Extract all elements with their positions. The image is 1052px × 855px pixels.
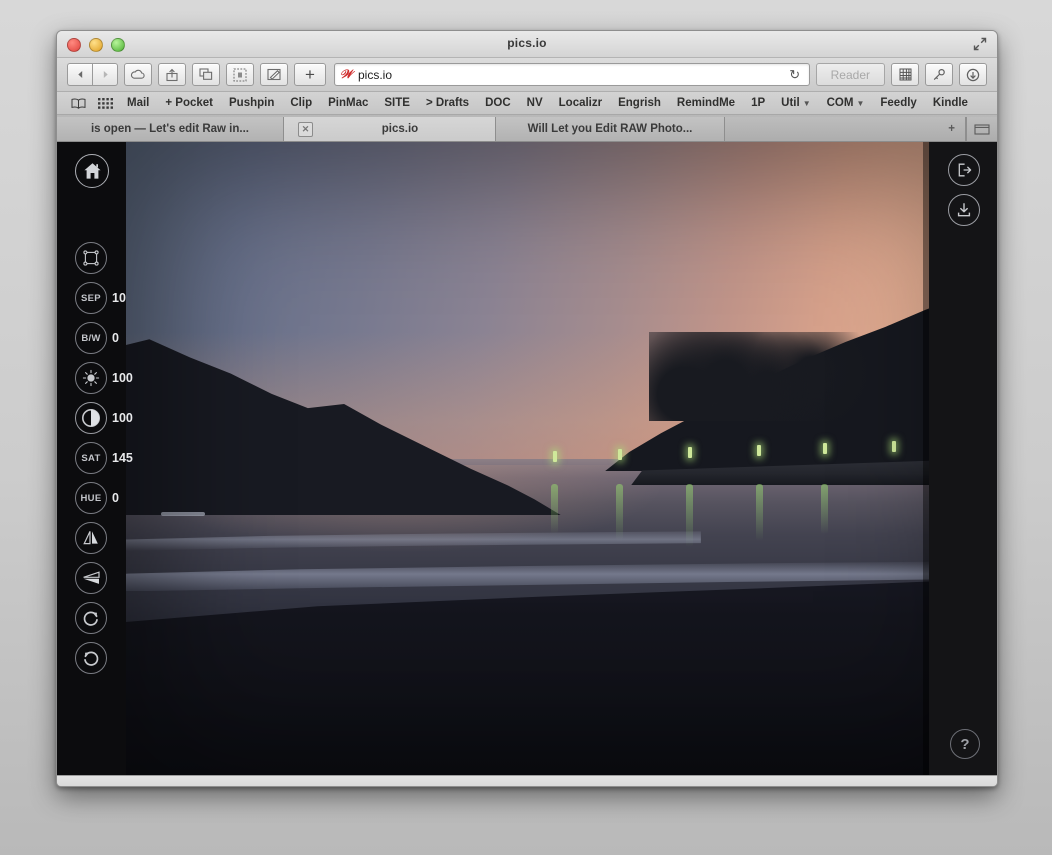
- status-bar: [57, 775, 997, 787]
- export-button[interactable]: [948, 154, 980, 186]
- tool-contrast[interactable]: 100: [75, 402, 133, 434]
- new-tab-button[interactable]: +: [294, 63, 326, 86]
- tool-brightness[interactable]: 100: [75, 362, 133, 394]
- tool-rotate-left[interactable]: [75, 642, 107, 674]
- tool-rotate-right[interactable]: [75, 602, 107, 634]
- bookmark-nv[interactable]: NV: [519, 97, 551, 109]
- home-button[interactable]: [75, 154, 109, 188]
- tool-black-and-white[interactable]: B/W 0: [75, 322, 119, 354]
- photo-lamp-reflection: [756, 484, 763, 541]
- bookmark-clip[interactable]: Clip: [282, 97, 320, 109]
- photo-lamp: [688, 447, 692, 458]
- help-label: ?: [960, 736, 969, 753]
- fullscreen-icon[interactable]: [973, 37, 987, 51]
- tab-label: is open — Let's edit Raw in...: [91, 123, 249, 135]
- forward-button[interactable]: [92, 63, 118, 86]
- downloads-icon[interactable]: [959, 63, 987, 86]
- tab-picsio[interactable]: ✕ pics.io: [284, 117, 496, 141]
- tool-value-saturation: 145: [112, 451, 133, 465]
- compose-icon[interactable]: [260, 63, 288, 86]
- top-sites-icon[interactable]: [92, 98, 119, 109]
- photo-canvas[interactable]: [126, 142, 997, 775]
- tool-saturation[interactable]: SAT 145: [75, 442, 133, 474]
- bookmark-drafts[interactable]: > Drafts: [418, 97, 477, 109]
- evernote-clip-icon[interactable]: [226, 63, 254, 86]
- address-bar-value: pics.io: [358, 68, 392, 82]
- reader-button[interactable]: Reader: [816, 63, 885, 86]
- show-all-tabs-icon[interactable]: [966, 117, 997, 141]
- new-tab-strip-button[interactable]: +: [725, 117, 966, 141]
- show-all-sites-icon[interactable]: [891, 63, 919, 86]
- tab-label: pics.io: [313, 123, 487, 135]
- bookmark-kindle[interactable]: Kindle: [925, 97, 976, 109]
- photo-lamp: [823, 443, 827, 454]
- tool-value-brightness: 100: [112, 371, 133, 385]
- tool-value-bw: 0: [112, 331, 119, 345]
- bookmark-engrish[interactable]: Engrish: [610, 97, 669, 109]
- tool-hue[interactable]: HUE 0: [75, 482, 119, 514]
- download-button[interactable]: [948, 194, 980, 226]
- tab-lets-edit-raw[interactable]: is open — Let's edit Raw in...: [57, 117, 284, 141]
- tab-bar: is open — Let's edit Raw in... ✕ pics.io…: [57, 115, 997, 142]
- photo-trees: [649, 332, 945, 421]
- photo-lamp: [553, 451, 557, 462]
- tool-crop[interactable]: [75, 242, 107, 274]
- back-button[interactable]: [67, 63, 92, 86]
- photo-lamp: [618, 449, 622, 460]
- tool-value-contrast: 100: [112, 411, 133, 425]
- bookmark-pocket[interactable]: + Pocket: [157, 97, 221, 109]
- photo-lamp-reflection: [821, 484, 828, 535]
- bookmarks-bar: Mail + Pocket Pushpin Clip PinMac SITE >…: [57, 92, 997, 115]
- tool-flip-vertical[interactable]: [75, 562, 107, 594]
- photo-lamp: [757, 445, 761, 456]
- tool-label: SAT: [81, 453, 100, 464]
- tab-will-let-you-edit-raw[interactable]: Will Let you Edit RAW Photo...: [496, 117, 725, 141]
- photo-lamp: [892, 441, 896, 452]
- bookmark-doc[interactable]: DOC: [477, 97, 519, 109]
- photo-lamp-reflection: [551, 484, 558, 535]
- bookmark-pinmac[interactable]: PinMac: [320, 97, 376, 109]
- bookmark-mail[interactable]: Mail: [119, 97, 157, 109]
- reload-button[interactable]: ↻: [785, 67, 805, 83]
- reading-list-icon[interactable]: [65, 98, 92, 109]
- window-title: pics.io: [57, 36, 997, 50]
- tool-label: B/W: [81, 333, 100, 344]
- browser-toolbar: + 𝒲 pics.io ↻ Reader: [57, 58, 997, 92]
- bookmark-folder-com[interactable]: COM▼: [819, 97, 873, 109]
- address-bar[interactable]: 𝒲 pics.io ↻: [334, 63, 810, 86]
- chevron-down-icon: ▼: [803, 99, 811, 108]
- right-toolbar: ?: [929, 142, 997, 775]
- tool-label: HUE: [81, 493, 102, 504]
- icloud-tabs-icon[interactable]: [124, 63, 152, 86]
- tab-label: Will Let you Edit RAW Photo...: [528, 123, 693, 135]
- picsio-editor: SEP 10 B/W 0 100: [57, 142, 997, 775]
- bookmark-feedly[interactable]: Feedly: [872, 97, 924, 109]
- bookmark-folder-util[interactable]: Util▼: [773, 97, 818, 109]
- window-titlebar[interactable]: pics.io: [57, 31, 997, 58]
- tab-overview-icon[interactable]: [192, 63, 220, 86]
- site-favicon-icon: 𝒲: [339, 68, 353, 81]
- close-tab-button[interactable]: ✕: [298, 122, 313, 137]
- chevron-down-icon: ▼: [856, 99, 864, 108]
- browser-window: pics.io: [56, 30, 998, 787]
- photo-boat: [161, 512, 205, 516]
- left-toolbar: SEP 10 B/W 0 10 0: [57, 142, 126, 775]
- navigation-buttons: [67, 63, 118, 86]
- share-icon[interactable]: [158, 63, 186, 86]
- 1password-icon[interactable]: [925, 63, 953, 86]
- help-button[interactable]: ?: [950, 729, 980, 759]
- tool-value-sepia: 10: [112, 291, 126, 305]
- tool-label: SEP: [81, 293, 101, 304]
- bookmark-remindme[interactable]: RemindMe: [669, 97, 743, 109]
- desktop-background: pics.io: [0, 0, 1052, 855]
- tool-sepia[interactable]: SEP 10: [75, 282, 126, 314]
- bookmark-localizr[interactable]: Localizr: [551, 97, 610, 109]
- bookmark-1p[interactable]: 1P: [743, 97, 773, 109]
- tool-flip-horizontal[interactable]: [75, 522, 107, 554]
- tool-value-hue: 0: [112, 491, 119, 505]
- bookmark-site[interactable]: SITE: [376, 97, 418, 109]
- bookmark-pushpin[interactable]: Pushpin: [221, 97, 282, 109]
